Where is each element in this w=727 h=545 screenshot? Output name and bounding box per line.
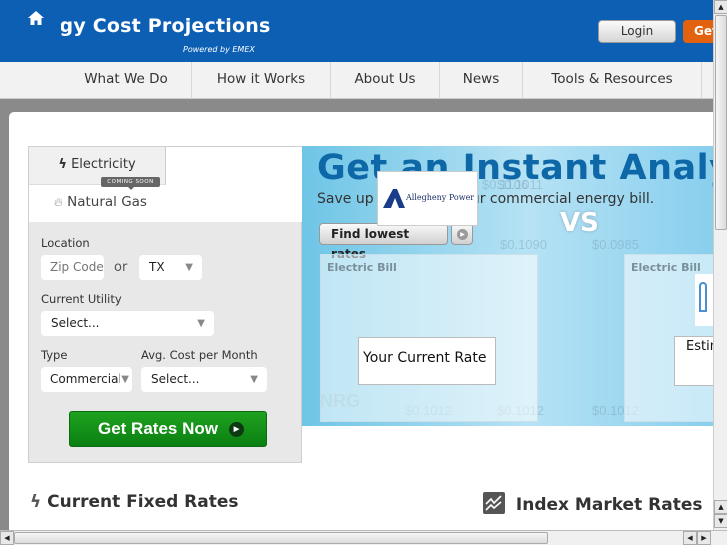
scroll-down-button[interactable]: ▼	[714, 514, 727, 528]
estimated-utility-logo	[695, 274, 713, 326]
tab-electricity-label: Electricity	[71, 157, 136, 172]
scroll-right-button[interactable]: ▶	[697, 531, 711, 545]
current-fixed-rates-heading: ϟ Current Fixed Rates	[30, 492, 239, 512]
nav-what-we-do[interactable]: What We Do	[61, 62, 192, 99]
login-button[interactable]: Login	[598, 20, 676, 43]
tab-strip-blank	[166, 147, 302, 222]
utility-logo-text: Allegheny Power	[406, 193, 475, 202]
chart-line-icon	[483, 492, 505, 514]
ghost-rate: $0.1090	[500, 237, 547, 252]
vs-label: VS	[560, 208, 599, 238]
state-select-value: TX	[149, 260, 165, 274]
promo-banner[interactable]: $0.1106 $0.1011 $0.1090 $0.0985 $0.1012 …	[302, 146, 713, 426]
index-market-rates-heading: Index Market Rates	[483, 492, 702, 515]
your-current-rate-box: Your Current Rate	[358, 337, 496, 385]
scroll-left-button[interactable]: ◀	[683, 531, 697, 545]
horizontal-scroll-thumb[interactable]	[14, 532, 548, 544]
zip-code-input[interactable]	[41, 255, 104, 280]
utility-logo: Allegheny Power	[377, 171, 478, 226]
flame-icon: 🔥︎	[54, 195, 63, 209]
get-rates-now-button[interactable]: Get Rates Now ▶	[69, 411, 267, 447]
get-rates-now-label: Get Rates Now	[98, 419, 218, 438]
powered-by-tagline: Powered by EMEX	[183, 45, 255, 54]
coming-soon-badge: COMING SOON	[101, 177, 160, 190]
find-lowest-rates-button[interactable]: Find lowest rates	[319, 223, 448, 261]
ghost-rate: $0.0985	[592, 237, 639, 252]
index-market-rates-label: Index Market Rates	[515, 495, 703, 515]
type-label: Type	[41, 348, 68, 362]
utility-select[interactable]: Select... ▼	[41, 311, 214, 336]
bill-title: Electric Bill	[327, 261, 397, 274]
scroll-up-button[interactable]: ▲	[714, 0, 727, 14]
chevron-down-icon: ▼	[197, 318, 205, 329]
location-label: Location	[41, 236, 90, 250]
main-nav: What We Do How it Works About Us News To…	[0, 62, 713, 99]
lightning-icon: ϟ	[58, 157, 67, 172]
nav-home-button[interactable]	[11, 0, 61, 41]
scroll-up-button[interactable]: ▲	[714, 500, 727, 514]
allegheny-logo-icon	[383, 189, 405, 208]
tab-natural-gas[interactable]: 🔥︎ Natural Gas	[29, 185, 166, 222]
utility-label: Current Utility	[41, 292, 122, 306]
scroll-left-button[interactable]: ◀	[0, 531, 14, 545]
bill-title: Electric Bill	[631, 261, 701, 274]
type-select[interactable]: Commercial ▼	[41, 367, 132, 392]
nav-tools-resources[interactable]: Tools & Resources	[523, 62, 702, 99]
chevron-down-icon: ▼	[250, 374, 258, 385]
nav-news[interactable]: News	[440, 62, 523, 99]
vertical-scrollbar[interactable]: ▲ ▲ ▼	[713, 0, 727, 530]
avg-cost-select[interactable]: Select... ▼	[141, 367, 267, 392]
or-label: or	[114, 260, 128, 275]
current-fixed-rates-label: Current Fixed Rates	[47, 492, 239, 512]
rate-quote-form: ϟ Electricity 🔥︎ Natural Gas COMING SOON…	[28, 146, 302, 463]
chevron-down-icon: ▼	[185, 262, 193, 273]
type-select-value: Commercial	[50, 372, 122, 386]
tower-icon	[699, 282, 707, 312]
nav-about-us[interactable]: About Us	[331, 62, 440, 99]
banner-subtitle: Save up to 25% on your commercial energy…	[317, 191, 655, 207]
site-header: Energy Cost Projections Powered by EMEX …	[0, 0, 723, 62]
vertical-scroll-thumb[interactable]	[715, 15, 727, 230]
chevron-down-icon: ▼	[120, 367, 129, 392]
play-arrow-icon: ▶	[457, 229, 468, 240]
play-arrow-icon: ▶	[229, 422, 244, 437]
utility-select-value: Select...	[51, 316, 100, 330]
tab-natural-gas-label: Natural Gas	[67, 194, 147, 210]
estimated-rate-box: Estimated	[674, 336, 713, 386]
avg-cost-label: Avg. Cost per Month	[141, 348, 258, 362]
find-lowest-rates-arrow-button[interactable]: ▶	[451, 223, 473, 245]
state-select[interactable]: TX ▼	[139, 255, 202, 280]
nav-how-it-works[interactable]: How it Works	[192, 62, 331, 99]
avg-cost-select-value: Select...	[151, 372, 200, 386]
home-icon	[28, 11, 44, 25]
horizontal-scrollbar[interactable]: ◀ ◀ ▶	[0, 530, 727, 545]
lightning-icon: ϟ	[30, 492, 42, 512]
